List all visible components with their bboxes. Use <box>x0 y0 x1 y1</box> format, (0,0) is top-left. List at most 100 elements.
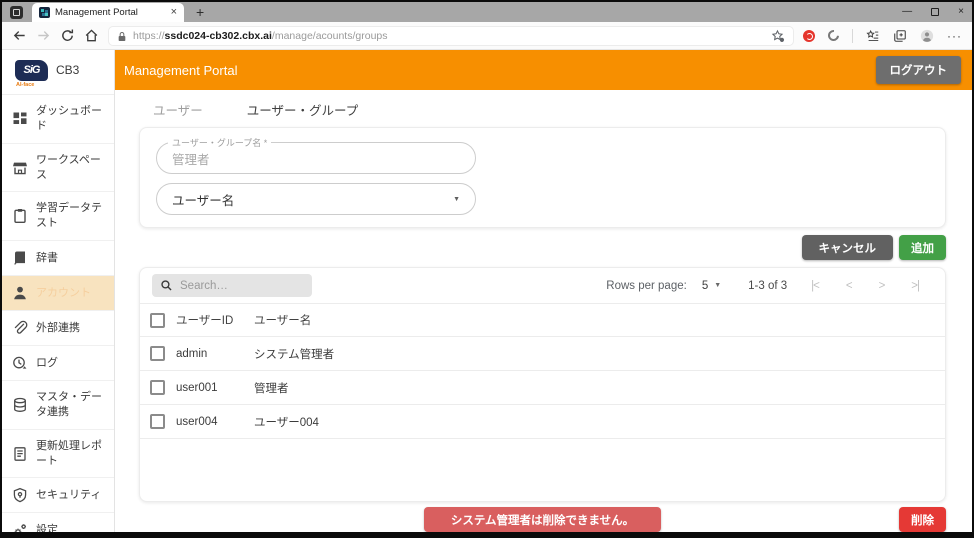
search-box[interactable] <box>152 274 312 297</box>
url-text: https://ssdc024-cb302.cbx.ai/manage/acou… <box>133 30 765 42</box>
main-panel: Management Portal ログアウト ユーザー ユーザー・グループ ユ… <box>115 50 972 532</box>
dictionary-icon <box>12 250 28 266</box>
cell-user-name: ユーザー004 <box>254 414 945 430</box>
chevron-down-icon: ▼ <box>453 196 460 203</box>
new-tab-button[interactable]: + <box>196 5 204 19</box>
pagination-range: 1-3 of 3 <box>748 280 787 292</box>
browser-essentials-icon[interactable] <box>826 28 841 43</box>
next-page-icon[interactable]: > <box>879 280 885 292</box>
browser-tab[interactable]: Management Portal × <box>32 3 184 22</box>
prev-page-icon[interactable]: < <box>846 280 852 292</box>
tab-users[interactable]: ユーザー <box>139 100 217 119</box>
rows-per-page-value: 5 <box>702 280 708 292</box>
cell-user-id: admin <box>176 348 254 360</box>
table-row[interactable]: admin システム管理者 <box>140 337 945 371</box>
favorites-star-icon[interactable] <box>771 29 785 43</box>
group-name-field[interactable]: ユーザー・グループ名 * 管理者 <box>156 142 476 174</box>
row-checkbox[interactable] <box>150 380 165 395</box>
user-name-select[interactable]: ユーザー名 ▼ <box>156 183 476 215</box>
logout-button[interactable]: ログアウト <box>876 56 962 84</box>
learning-data-test-icon <box>12 208 28 224</box>
refresh-icon[interactable] <box>60 28 75 43</box>
sidebar-item-label: 外部連携 <box>36 321 80 336</box>
sidebar-item-label: 更新処理レポート <box>36 439 108 469</box>
sidebar-item[interactable]: 更新処理レポート <box>2 430 114 479</box>
url-scheme: https:// <box>133 30 165 42</box>
sidebar-item-label: セキュリティ <box>36 488 101 503</box>
sidebar-item[interactable]: マスタ・データ連携 <box>2 381 114 430</box>
back-icon[interactable] <box>12 28 27 43</box>
table-toolbar: Rows per page: 5 ▼ 1-3 of 3 |< < > >| <box>140 268 945 303</box>
more-menu-icon[interactable]: ··· <box>947 30 962 42</box>
cancel-button[interactable]: キャンセル <box>802 235 894 260</box>
profile-avatar[interactable] <box>920 29 934 43</box>
sidebar-item[interactable]: ワークスペース <box>2 144 114 193</box>
group-name-label: ユーザー・グループ名 * <box>168 136 271 149</box>
page-title: Management Portal <box>124 63 237 78</box>
delete-button[interactable]: 削除 <box>899 507 946 532</box>
pagination: Rows per page: 5 ▼ 1-3 of 3 |< < > >| <box>606 280 919 292</box>
sidebar-item[interactable]: アカウント <box>2 276 114 311</box>
account-icon <box>12 285 28 301</box>
group-form-card: ユーザー・グループ名 * 管理者 ユーザー名 ▼ <box>139 127 946 228</box>
sidebar-item-label: アカウント <box>36 286 91 301</box>
add-button[interactable]: 追加 <box>899 235 946 260</box>
sidebar-item[interactable]: 設定 <box>2 513 114 532</box>
tab-user-groups[interactable]: ユーザー・グループ <box>233 100 373 119</box>
browser-toolbar: https://ssdc024-cb302.cbx.ai/manage/acou… <box>2 22 972 50</box>
last-page-icon[interactable]: >| <box>911 280 919 292</box>
search-input[interactable] <box>180 280 290 292</box>
app-header: Management Portal ログアウト <box>115 50 972 90</box>
dashboard-icon <box>12 111 28 127</box>
sidebar-item[interactable]: ダッシュボード <box>2 95 114 144</box>
home-icon[interactable] <box>84 28 99 43</box>
sidebar-item[interactable]: 外部連携 <box>2 311 114 346</box>
sidebar-item-label: ログ <box>36 356 58 371</box>
browser-window: Management Portal × + — × https://ssdc02… <box>0 0 974 538</box>
close-icon[interactable]: × <box>958 7 964 17</box>
settings-icon <box>12 522 28 532</box>
users-table-card: Rows per page: 5 ▼ 1-3 of 3 |< < > >| <box>139 267 946 502</box>
row-checkbox[interactable] <box>150 414 165 429</box>
log-icon <box>12 355 28 371</box>
product-name: CB3 <box>56 63 79 77</box>
maximize-icon[interactable] <box>931 8 939 16</box>
address-bar[interactable]: https://ssdc024-cb302.cbx.ai/manage/acou… <box>108 26 794 46</box>
pagination-nav: |< < > >| <box>811 280 919 292</box>
sidebar-item-label: 学習データテスト <box>36 201 108 231</box>
rows-per-page-select[interactable]: 5 ▼ <box>702 280 721 292</box>
row-checkbox[interactable] <box>150 346 165 361</box>
forward-icon[interactable] <box>36 28 51 43</box>
sidebar-item-label: ダッシュボード <box>36 104 108 134</box>
favorites-bar-icon[interactable] <box>866 29 880 43</box>
rows-per-page-label: Rows per page: <box>606 280 687 292</box>
sidebar-logo-row: SiG AI-face CB3 <box>2 50 114 95</box>
column-header-user-id: ユーザーID <box>176 312 254 328</box>
sidebar-item[interactable]: 学習データテスト <box>2 192 114 241</box>
table-row[interactable]: user001 管理者 <box>140 371 945 405</box>
user-name-select-value: ユーザー名 <box>172 190 453 209</box>
browser-tabstrip: Management Portal × + — × <box>2 2 972 22</box>
app-root: SiG AI-face CB3 ダッシュボード ワークスペース <box>2 50 972 532</box>
column-header-user-name: ユーザー名 <box>254 312 945 328</box>
sidebar-item-label: マスタ・データ連携 <box>36 390 108 420</box>
table-row[interactable]: user004 ユーザー004 <box>140 405 945 439</box>
master-data-icon <box>12 397 28 413</box>
tab-close-icon[interactable]: × <box>171 7 177 18</box>
toolbar-extensions: ··· <box>803 29 962 43</box>
sidebar-item[interactable]: セキュリティ <box>2 478 114 513</box>
workspace-icon <box>12 160 28 176</box>
table-empty-space <box>140 439 945 501</box>
workspaces-icon[interactable] <box>10 6 23 19</box>
first-page-icon[interactable]: |< <box>811 280 819 292</box>
collections-icon[interactable] <box>893 29 907 43</box>
select-all-checkbox[interactable] <box>150 313 165 328</box>
sidebar-item[interactable]: ログ <box>2 346 114 381</box>
sidebar-item-label: 辞書 <box>36 251 58 266</box>
chevron-down-icon: ▼ <box>714 282 721 289</box>
minimize-icon[interactable]: — <box>902 7 912 17</box>
toolbar-divider <box>852 29 853 43</box>
sidebar-item[interactable]: 辞書 <box>2 241 114 276</box>
extension-red-icon[interactable] <box>803 30 815 42</box>
url-host: ssdc024-cb302.cbx.ai <box>165 30 272 42</box>
